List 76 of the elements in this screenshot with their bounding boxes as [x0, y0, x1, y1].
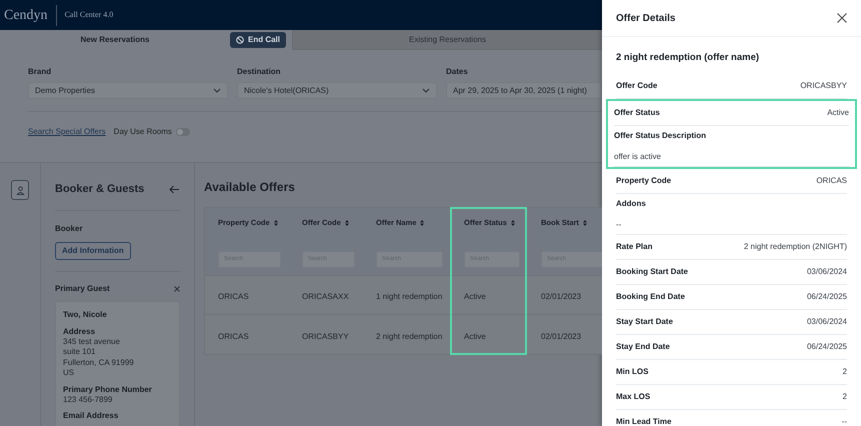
- field-label: Primary Phone Number: [63, 384, 153, 394]
- field-label: Stay End Date: [616, 341, 670, 354]
- field-value: 345 test avenue: [63, 336, 121, 347]
- field-label: Offer Status: [614, 107, 660, 120]
- table-cell: ORICAS: [218, 292, 249, 301]
- table-cell: Active: [464, 292, 486, 301]
- prohibited-icon: [236, 36, 244, 44]
- field-value: 03/06/2024: [806, 266, 847, 278]
- sort-icon[interactable]: [420, 220, 424, 226]
- field-label: Min LOS: [616, 366, 648, 378]
- field-label: Stay Start Date: [616, 316, 673, 328]
- add-information-button[interactable]: Add Information: [55, 242, 131, 260]
- field-value: ORICAS: [816, 175, 847, 188]
- field-value: 06/24/2025: [806, 291, 847, 304]
- table-cell: 2 night redemption: [376, 332, 442, 340]
- field-value: ORICASBYY: [800, 80, 847, 92]
- table-cell: ORICASBYY: [302, 332, 349, 340]
- field-value: Fullerton, CA 91999: [63, 358, 135, 368]
- sort-icon[interactable]: [344, 220, 349, 226]
- field-value: 06/24/2025: [806, 341, 847, 354]
- field-value: offer is active: [614, 150, 662, 163]
- offer-name: 2 night redemption (offer name): [616, 51, 760, 65]
- primary-guest-label: Primary Guest: [55, 282, 110, 294]
- field-label: Min Lead Time: [616, 416, 672, 426]
- field-label: Max LOS: [616, 391, 650, 404]
- chevron-down-icon[interactable]: [422, 88, 430, 93]
- chevron-down-icon[interactable]: [213, 88, 221, 93]
- sidebar-title: Booker & Guests: [55, 182, 144, 197]
- field-label: Brand: [28, 66, 52, 78]
- field-label: Property Code: [616, 175, 672, 188]
- field-label: Booking Start Date: [616, 266, 688, 278]
- table-cell: ORICASAXX: [302, 292, 349, 301]
- tab[interactable]: Existing Reservations: [292, 30, 602, 50]
- field-label: Addons: [616, 198, 647, 210]
- table-cell: 02/01/2023: [541, 332, 582, 340]
- day-use-rooms-label: Day Use Rooms: [114, 126, 172, 138]
- table-cell: 02/01/2023: [541, 292, 582, 301]
- user-icon[interactable]: [11, 180, 29, 200]
- field-label: Offer Code: [616, 80, 658, 92]
- field-label: Email Address: [63, 411, 120, 421]
- sort-icon[interactable]: [274, 220, 278, 226]
- field-value: suite 101: [63, 347, 96, 358]
- field-value: US: [63, 368, 76, 378]
- table-cell: ORICAS: [218, 332, 249, 340]
- field-value: --: [616, 218, 622, 231]
- back-arrow-icon[interactable]: [169, 184, 180, 194]
- brand-logo: Cendyn: [4, 4, 57, 26]
- dropdown[interactable]: Nicole's Hotel(ORICAS): [237, 82, 437, 99]
- end-call-button[interactable]: End Call: [230, 32, 286, 48]
- field-label: Dates: [446, 66, 469, 78]
- booker-label: Booker: [55, 222, 84, 234]
- field-value: 2 night redemption (2NIGHT): [744, 241, 847, 254]
- field-value: 2: [842, 391, 847, 404]
- field-label: Rate Plan: [616, 241, 652, 254]
- field-label: Address: [63, 326, 96, 336]
- field-value: 2: [842, 366, 847, 378]
- field-label: Destination: [237, 66, 282, 78]
- section-title: Available Offers: [204, 179, 296, 196]
- field-value: --: [842, 416, 847, 426]
- date-field[interactable]: Apr 29, 2025 to Apr 30, 2025 (1 night): [446, 82, 602, 99]
- day-use-rooms-toggle[interactable]: [176, 128, 190, 136]
- field-value: 123 456-7899: [63, 394, 114, 405]
- sort-icon[interactable]: [582, 220, 587, 226]
- guest-name: Two, Nicole: [63, 308, 108, 320]
- search-special-offers-link[interactable]: Search Special Offers: [28, 126, 106, 138]
- table-cell: Active: [464, 332, 486, 340]
- field-value: 03/06/2024: [806, 316, 847, 328]
- dropdown[interactable]: Demo Properties: [28, 82, 228, 99]
- sort-icon[interactable]: [510, 220, 515, 226]
- table-cell: 1 night redemption: [376, 292, 442, 301]
- panel-title: Offer Details: [616, 12, 676, 26]
- field-value: Active: [827, 107, 849, 120]
- field-label: Offer Status Description: [614, 130, 708, 142]
- close-icon[interactable]: [837, 13, 847, 23]
- field-label: Booking End Date: [616, 291, 685, 304]
- app-name: Call Center 4.0: [64, 9, 114, 21]
